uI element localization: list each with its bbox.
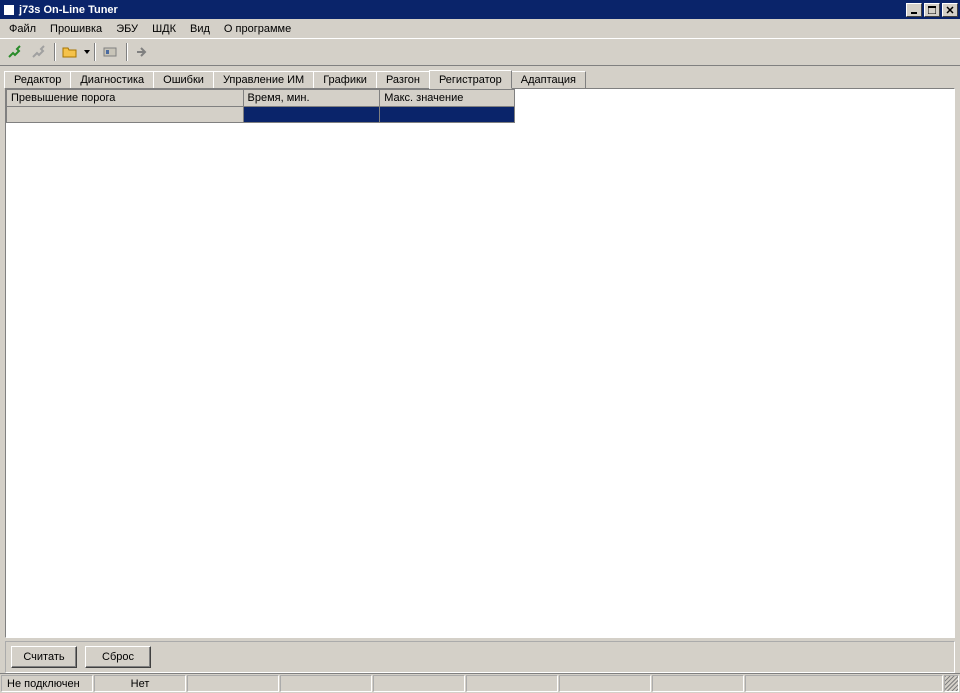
chevron-down-icon (84, 50, 90, 54)
status-cell-5 (373, 675, 465, 692)
tab-bar: Редактор Диагностика Ошибки Управление И… (0, 66, 960, 88)
status-cell-8 (652, 675, 744, 692)
app-window: j73s On-Line Tuner Файл Прошивка ЭБУ ШДК… (0, 0, 960, 693)
status-cell-3 (187, 675, 279, 692)
snapshot-button[interactable] (99, 41, 121, 63)
col-header-time[interactable]: Время, мин. (243, 90, 380, 107)
status-bar: Не подключен Нет (0, 673, 960, 693)
tab-errors[interactable]: Ошибки (153, 71, 214, 88)
col-header-threshold[interactable]: Превышение порога (7, 90, 244, 107)
cell-max[interactable] (380, 107, 515, 123)
status-cell-flex (745, 675, 943, 692)
window-title: j73s On-Line Tuner (19, 4, 118, 16)
open-button[interactable] (59, 41, 81, 63)
toolbar (0, 39, 960, 66)
app-icon (3, 4, 15, 16)
status-second: Нет (94, 675, 186, 692)
col-header-max[interactable]: Макс. значение (380, 90, 515, 107)
status-connection: Не подключен (1, 675, 93, 692)
menu-file[interactable]: Файл (2, 21, 43, 37)
forward-button[interactable] (131, 41, 153, 63)
grid-header-row: Превышение порога Время, мин. Макс. знач… (7, 90, 515, 107)
tab-diagnostics[interactable]: Диагностика (70, 71, 154, 88)
grid-data-row[interactable] (7, 107, 515, 123)
menu-ecu[interactable]: ЭБУ (109, 21, 145, 37)
menu-about[interactable]: О программе (217, 21, 298, 37)
toolbar-separator (94, 43, 96, 61)
plug-green-icon (6, 44, 22, 60)
folder-open-icon (62, 44, 78, 60)
menu-view[interactable]: Вид (183, 21, 217, 37)
menu-shdk[interactable]: ШДК (145, 21, 183, 37)
button-panel: Считать Сброс (5, 641, 955, 673)
toolbar-separator (54, 43, 56, 61)
toolbar-separator (126, 43, 128, 61)
tab-adaptation[interactable]: Адаптация (511, 71, 586, 88)
minimize-button[interactable] (906, 3, 922, 17)
tab-im-control[interactable]: Управление ИМ (213, 71, 314, 88)
close-button[interactable] (942, 3, 958, 17)
tab-acceleration[interactable]: Разгон (376, 71, 430, 88)
arrow-right-icon (134, 44, 150, 60)
status-cell-4 (280, 675, 372, 692)
reset-button[interactable]: Сброс (85, 646, 151, 668)
cell-threshold[interactable] (7, 107, 244, 123)
tab-registrator[interactable]: Регистратор (429, 70, 512, 89)
menu-firmware[interactable]: Прошивка (43, 21, 109, 37)
status-cell-7 (559, 675, 651, 692)
tab-editor[interactable]: Редактор (4, 71, 71, 88)
open-dropdown[interactable] (83, 41, 91, 63)
connect-button[interactable] (3, 41, 25, 63)
resize-grip[interactable] (944, 675, 959, 692)
menu-bar: Файл Прошивка ЭБУ ШДК Вид О программе (0, 19, 960, 39)
snapshot-icon (102, 44, 118, 60)
read-button[interactable]: Считать (11, 646, 77, 668)
plug-grey-icon (30, 44, 46, 60)
empty-area (6, 123, 954, 637)
cell-time[interactable] (243, 107, 380, 123)
disconnect-button[interactable] (27, 41, 49, 63)
maximize-button[interactable] (924, 3, 940, 17)
content-panel: Превышение порога Время, мин. Макс. знач… (5, 88, 955, 638)
tab-charts[interactable]: Графики (313, 71, 377, 88)
status-cell-6 (466, 675, 558, 692)
title-bar[interactable]: j73s On-Line Tuner (0, 0, 960, 19)
data-grid[interactable]: Превышение порога Время, мин. Макс. знач… (6, 89, 515, 123)
